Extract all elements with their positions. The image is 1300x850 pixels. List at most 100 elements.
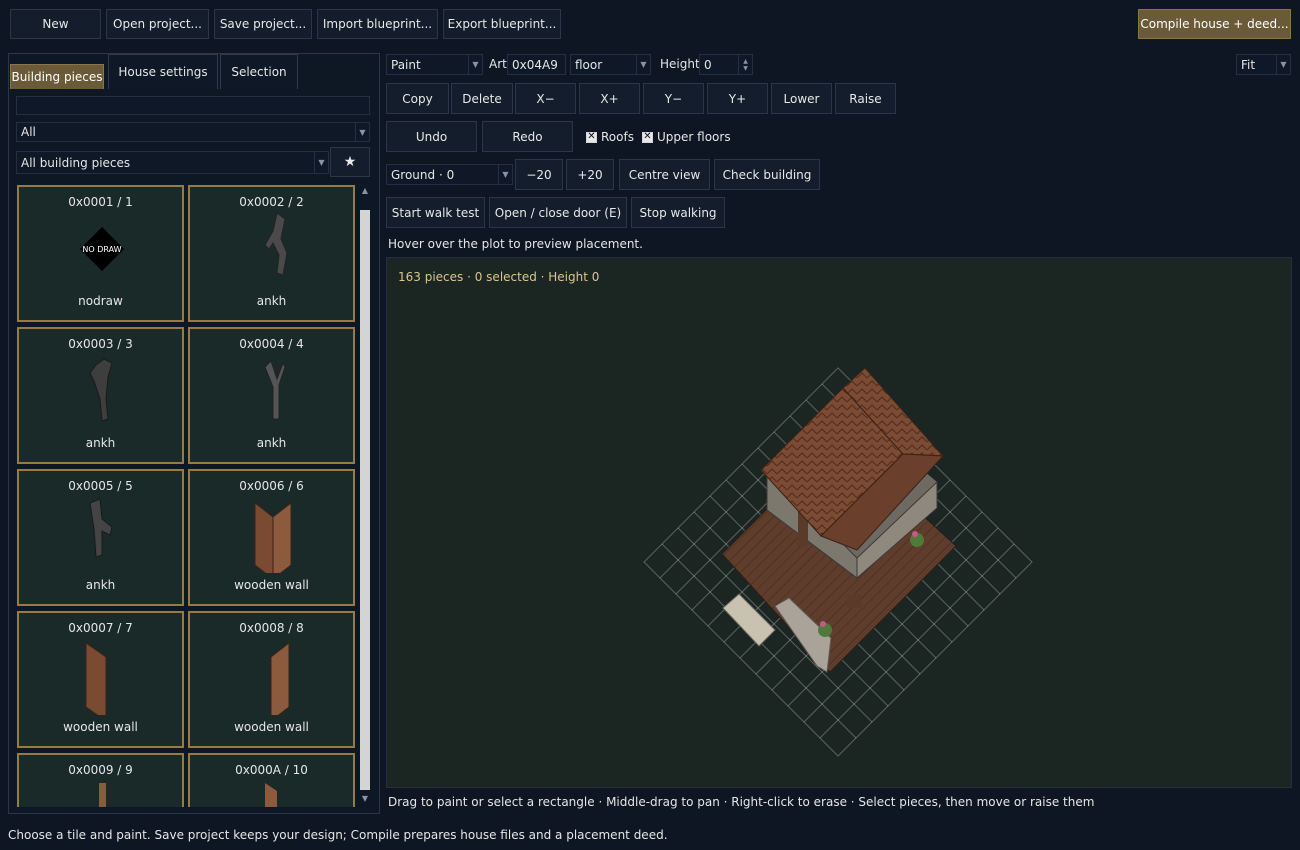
move-x-plus-button[interactable]: X+	[579, 83, 640, 114]
nodraw-icon: NO DRAW	[80, 227, 124, 271]
delete-button[interactable]: Delete	[451, 83, 513, 114]
category-select[interactable]: All ▼	[16, 122, 370, 142]
art-id-input[interactable]: 0x04A9	[507, 54, 566, 75]
tile-code: 0x0001 / 1	[68, 195, 133, 209]
tab-house-settings[interactable]: House settings	[108, 54, 218, 89]
viewport-help-text: Drag to paint or select a rectangle · Mi…	[388, 795, 1095, 809]
stop-walking-button[interactable]: Stop walking	[631, 197, 725, 228]
palette-search-input[interactable]	[16, 96, 370, 115]
tile-code: 0x0007 / 7	[68, 621, 133, 635]
roofs-checkbox[interactable]: ✕ Roofs	[586, 130, 634, 144]
palette-tile[interactable]: 0x0002 / 2 ankh	[188, 185, 355, 322]
copy-button[interactable]: Copy	[386, 83, 449, 114]
chevron-down-icon: ▼	[314, 152, 328, 173]
house-plot-canvas	[643, 367, 1033, 757]
tile-code: 0x0005 / 5	[68, 479, 133, 493]
palette-tile[interactable]: 0x0008 / 8 wooden wall	[188, 611, 355, 748]
tile-code: 0x0009 / 9	[68, 763, 133, 777]
wooden-wall-icon	[85, 642, 107, 715]
palette-tile[interactable]: 0x0006 / 6 wooden wall	[188, 469, 355, 606]
height-stepper[interactable]: 0 ▲ ▼	[699, 54, 753, 75]
tab-building-pieces[interactable]: Building pieces	[10, 64, 104, 89]
floor-select-value: Ground · 0	[391, 167, 455, 182]
tile-name: ankh	[85, 578, 116, 592]
redo-button[interactable]: Redo	[482, 121, 573, 152]
floor-select[interactable]: Ground · 0 ▼	[386, 164, 513, 185]
plus-20-button[interactable]: +20	[566, 159, 614, 190]
import-blueprint-button[interactable]: Import blueprint...	[317, 9, 438, 39]
palette-tile[interactable]: 0x0001 / 1 NO DRAW nodraw	[17, 185, 184, 322]
palette-scrollbar-track[interactable]: ▲ ▼	[359, 186, 371, 806]
tile-code: 0x0003 / 3	[68, 337, 133, 351]
height-stepper-value: 0	[704, 57, 712, 72]
plot-viewport[interactable]: 163 pieces · 0 selected · Height 0	[386, 257, 1292, 788]
save-project-button[interactable]: Save project...	[214, 9, 312, 39]
zoom-select-value: Fit	[1241, 57, 1256, 72]
raise-button[interactable]: Raise	[835, 83, 896, 114]
centre-view-button[interactable]: Centre view	[619, 159, 710, 190]
palette-tile[interactable]: 0x0009 / 9	[17, 753, 184, 807]
ankh-icon	[89, 358, 113, 422]
nodraw-icon-label: NO DRAW	[82, 245, 121, 254]
chevron-down-icon: ▼	[636, 55, 650, 74]
move-y-plus-button[interactable]: Y+	[707, 83, 768, 114]
tile-code: 0x0004 / 4	[239, 337, 304, 351]
open-project-button[interactable]: Open project...	[106, 9, 209, 39]
wooden-wall-icon	[270, 641, 290, 715]
compile-house-button[interactable]: Compile house + deed...	[1138, 9, 1291, 39]
favorite-star-button[interactable]: ★	[330, 147, 370, 177]
lower-button[interactable]: Lower	[771, 83, 832, 114]
palette-tile[interactable]: 0x0003 / 3 ankh	[17, 327, 184, 464]
move-x-minus-button[interactable]: X−	[515, 83, 576, 114]
scroll-down-icon[interactable]: ▼	[359, 794, 371, 806]
art-label: Art	[489, 57, 507, 71]
tile-code: 0x0002 / 2	[239, 195, 304, 209]
palette-tile[interactable]: 0x0007 / 7 wooden wall	[17, 611, 184, 748]
ankh-icon	[264, 212, 288, 276]
tile-code: 0x0008 / 8	[239, 621, 304, 635]
start-walk-test-button[interactable]: Start walk test	[386, 197, 485, 228]
minus-20-button[interactable]: −20	[515, 159, 563, 190]
new-button[interactable]: New	[10, 9, 101, 39]
tile-name: wooden wall	[234, 720, 309, 734]
star-icon: ★	[343, 154, 357, 170]
upper-floors-checkbox[interactable]: ✕ Upper floors	[642, 130, 731, 144]
layer-select[interactable]: floor ▼	[570, 54, 651, 75]
tile-name: ankh	[256, 436, 287, 450]
chevron-down-icon: ▼	[468, 55, 482, 74]
category-select-value: All	[21, 125, 36, 139]
house-model	[721, 367, 957, 673]
chevron-down-icon: ▼	[1276, 55, 1290, 74]
palette-tile[interactable]: 0x0004 / 4 ankh	[188, 327, 355, 464]
palette-tile[interactable]: 0x000A / 10	[188, 753, 355, 807]
checkbox-checked-icon: ✕	[642, 131, 653, 143]
ankh-icon	[89, 498, 113, 558]
tile-name: wooden wall	[63, 720, 138, 734]
tab-selection[interactable]: Selection	[220, 54, 298, 89]
scroll-up-icon[interactable]: ▲	[359, 186, 371, 198]
status-bar-text: Choose a tile and paint. Save project ke…	[8, 828, 668, 842]
mode-select[interactable]: Paint ▼	[386, 54, 483, 75]
height-label: Height	[660, 57, 700, 71]
layer-select-value: floor	[575, 57, 603, 72]
ankh-icon	[264, 360, 286, 420]
wooden-post-icon	[99, 783, 106, 807]
palette-tile[interactable]: 0x0005 / 5 ankh	[17, 469, 184, 606]
chevron-down-icon: ▼	[498, 165, 512, 184]
wooden-wall-icon	[254, 501, 292, 573]
open-close-door-button[interactable]: Open / close door (E)	[489, 197, 627, 228]
upper-floors-label: Upper floors	[657, 130, 731, 144]
piece-set-select[interactable]: All building pieces ▼	[16, 151, 329, 174]
stepper-arrows-icon[interactable]: ▲ ▼	[738, 55, 752, 74]
zoom-select[interactable]: Fit ▼	[1236, 54, 1291, 75]
undo-button[interactable]: Undo	[386, 121, 477, 152]
move-y-minus-button[interactable]: Y−	[643, 83, 704, 114]
tile-name: ankh	[85, 436, 116, 450]
check-building-button[interactable]: Check building	[714, 159, 820, 190]
export-blueprint-button[interactable]: Export blueprint...	[443, 9, 561, 39]
roofs-label: Roofs	[601, 130, 634, 144]
hover-hint: Hover over the plot to preview placement…	[388, 237, 643, 251]
mode-select-value: Paint	[391, 57, 421, 72]
palette-scrollbar-thumb[interactable]	[360, 210, 370, 790]
chevron-down-icon: ▼	[355, 123, 369, 141]
